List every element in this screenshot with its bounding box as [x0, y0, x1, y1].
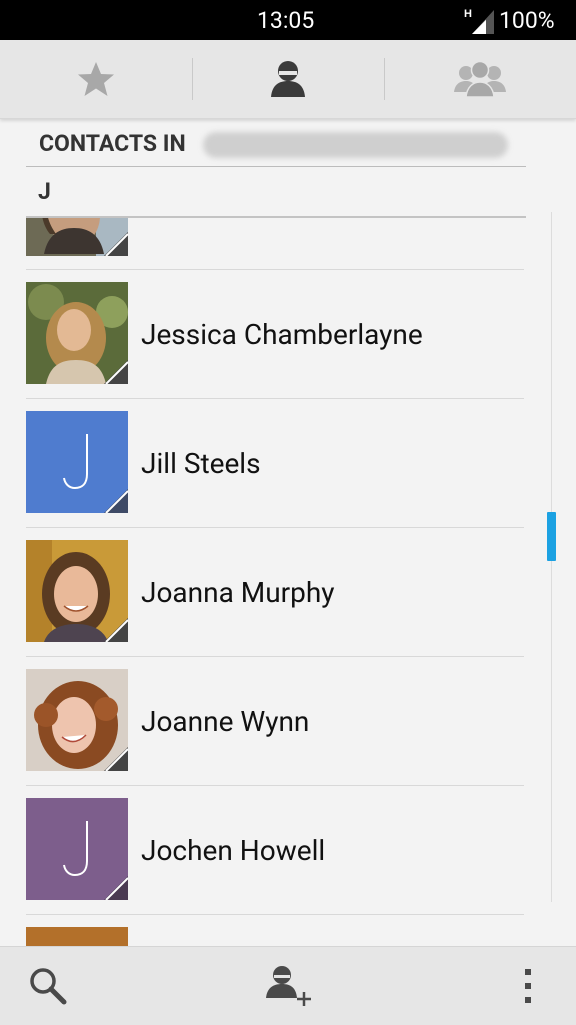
tab-bar [0, 40, 576, 119]
person-icon [271, 61, 305, 97]
overflow-menu-button[interactable] [480, 947, 576, 1025]
section-letter: J [38, 178, 51, 205]
corner-triangle [104, 360, 128, 384]
contact-name: Joanne Wynn [141, 705, 310, 738]
add-contact-icon [266, 966, 311, 1006]
contact-name: Joanna Murphy [141, 576, 335, 609]
contact-photo [26, 282, 128, 384]
contact-row[interactable]: Jochen Howell [0, 786, 576, 915]
contact-photo [26, 218, 128, 256]
header-divider [26, 166, 526, 167]
star-icon [78, 62, 114, 96]
add-contact-button[interactable] [240, 947, 336, 1025]
contact-photo [26, 669, 128, 771]
network-type: H [464, 8, 472, 20]
status-time: 13:05 [257, 7, 315, 34]
contact-name: Jill Steels [141, 447, 261, 480]
contact-row[interactable] [0, 915, 576, 946]
contact-photo [26, 540, 128, 642]
contact-letter-avatar [26, 927, 128, 946]
contact-letter-avatar [26, 411, 128, 513]
signal-icon: H [464, 8, 494, 34]
corner-triangle [104, 876, 128, 900]
tab-favorites[interactable] [0, 40, 192, 118]
contact-letter-avatar [26, 798, 128, 900]
corner-triangle [104, 618, 128, 642]
account-email-redacted [203, 132, 508, 158]
contact-name: Jessica Chamberlayne [141, 318, 423, 351]
tab-contacts[interactable] [192, 40, 384, 118]
letter-glyph [63, 434, 88, 490]
corner-triangle [104, 489, 128, 513]
letter-glyph [63, 821, 88, 877]
corner-triangle [104, 232, 128, 256]
contact-row[interactable] [0, 218, 576, 270]
bottom-action-bar [0, 946, 576, 1025]
contact-row[interactable]: Joanna Murphy [0, 528, 576, 657]
group-icon [454, 60, 506, 98]
search-button[interactable] [0, 947, 96, 1025]
search-icon [30, 968, 67, 1005]
account-header: CONTACTS IN [39, 130, 186, 157]
contact-row[interactable]: Jessica Chamberlayne [0, 270, 576, 399]
status-bar: 13:05 H 100% [0, 0, 576, 40]
contact-row[interactable]: Jill Steels [0, 399, 576, 528]
contact-list[interactable]: Jessica Chamberlayne Jill Steels Joanna … [0, 218, 576, 946]
fast-scroll-thumb[interactable] [547, 512, 556, 561]
corner-triangle [104, 747, 128, 771]
contact-row[interactable]: Joanne Wynn [0, 657, 576, 786]
overflow-menu-icon [525, 969, 531, 1003]
contact-name: Jochen Howell [141, 834, 326, 867]
battery-level: 100% [499, 7, 555, 34]
tab-groups[interactable] [384, 40, 576, 118]
